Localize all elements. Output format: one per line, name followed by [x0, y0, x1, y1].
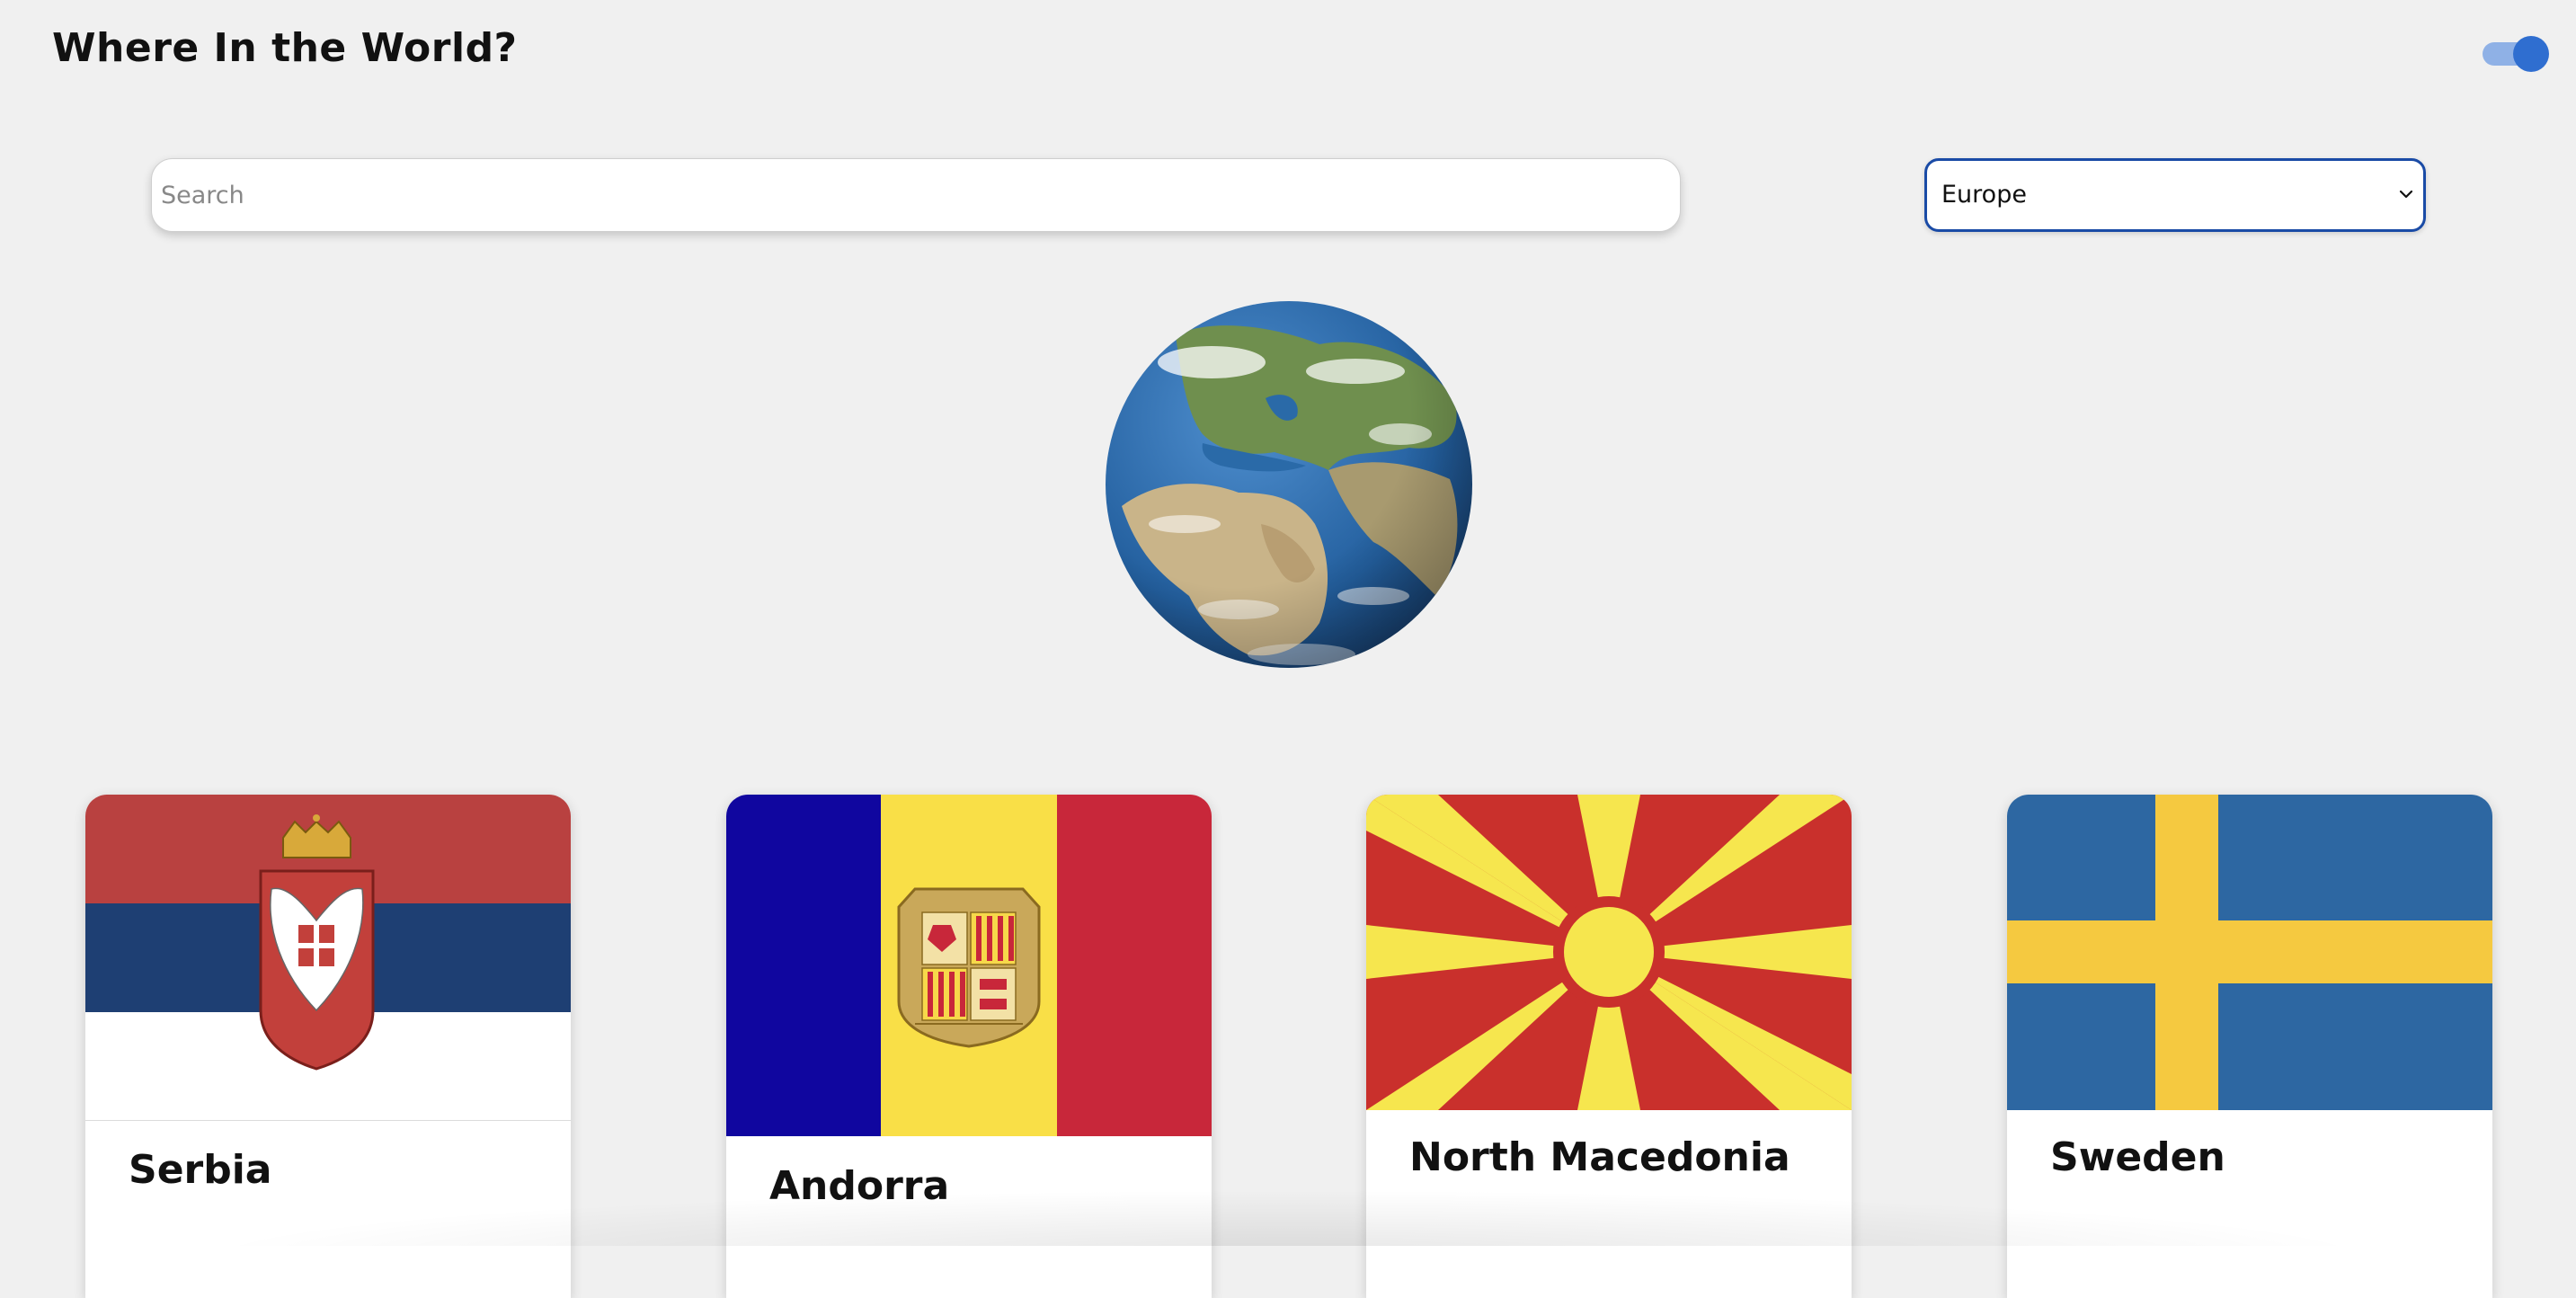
region-selected-value: Europe	[1941, 181, 2027, 209]
country-name: Andorra	[769, 1163, 950, 1209]
globe-image	[1106, 301, 1472, 668]
page-title: Where In the World?	[52, 25, 518, 71]
andorra-flag-icon	[726, 795, 1212, 1136]
theme-toggle[interactable]	[2483, 36, 2549, 72]
country-card[interactable]: North Macedonia	[1366, 795, 1852, 1298]
toggle-knob	[2513, 36, 2549, 72]
country-card[interactable]: Sweden	[2007, 795, 2492, 1298]
serbia-flag-icon	[85, 795, 571, 1121]
country-card[interactable]: Serbia	[85, 795, 571, 1298]
country-name: North Macedonia	[1409, 1134, 1790, 1180]
country-name: Serbia	[129, 1147, 272, 1193]
search-input[interactable]	[151, 158, 1681, 232]
region-select[interactable]: Europe	[1924, 158, 2426, 232]
country-name: Sweden	[2050, 1134, 2225, 1180]
chevron-down-icon	[2399, 190, 2413, 199]
sweden-flag-icon	[2007, 795, 2492, 1110]
country-card[interactable]: Andorra	[726, 795, 1212, 1298]
north-macedonia-flag-icon	[1366, 795, 1852, 1110]
